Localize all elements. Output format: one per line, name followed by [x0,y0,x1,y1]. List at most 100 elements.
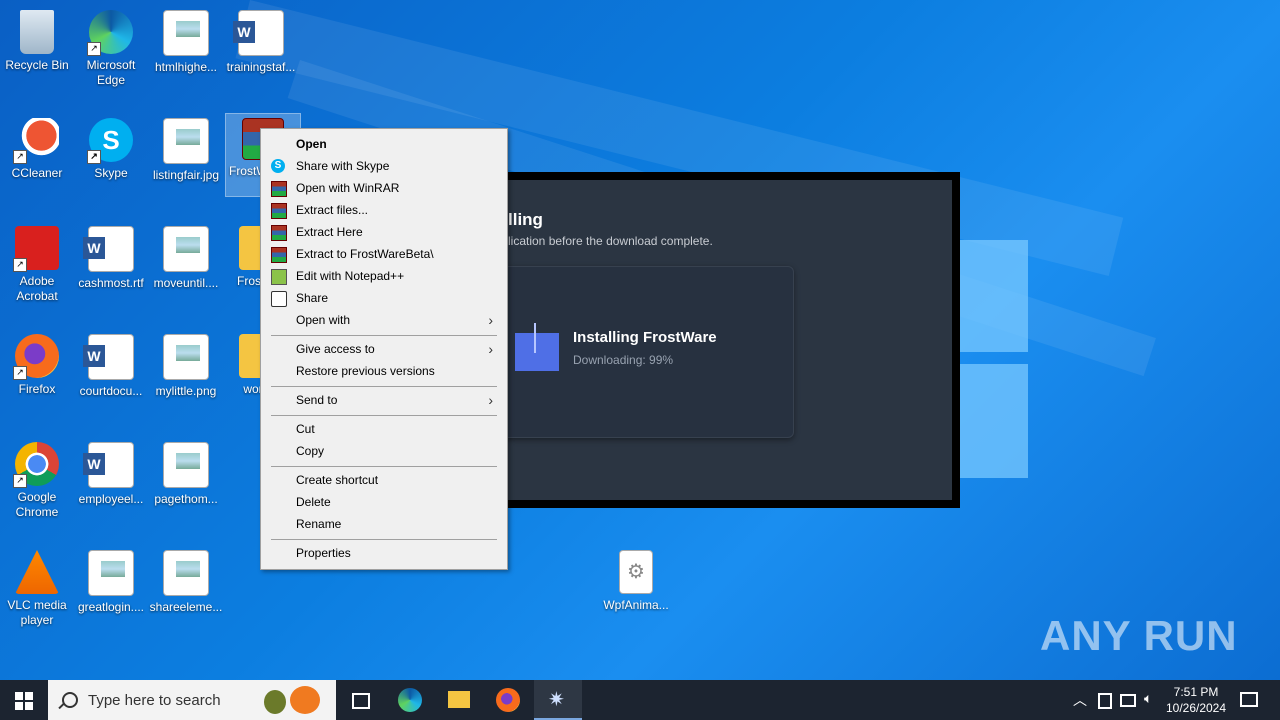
desktop-icon-courtdocu[interactable]: W courtdocu... [74,328,148,399]
chevron-right-icon: › [488,341,493,357]
menu-item-create-shortcut[interactable]: Create shortcut [263,469,503,491]
vlc-icon [15,550,59,594]
gourd-icon [264,690,286,714]
desktop-icon-greatlogin[interactable]: greatlogin.... [74,544,148,615]
download-icon [515,333,559,371]
download-arrow [534,323,536,353]
desktop-icon-vlc[interactable]: VLC media player [0,544,74,628]
desktop-icon-ccleaner[interactable]: ↗ CCleaner [0,112,74,181]
clock-time: 7:51 PM [1173,685,1219,699]
acrobat-icon: ↗ [13,226,59,272]
network-icon [1098,693,1112,709]
tray-chevron[interactable]: ︿ [1070,680,1088,720]
menu-item-rename[interactable]: Rename [263,513,503,535]
desktop-icon-recycle-bin[interactable]: Recycle Bin [0,4,74,73]
taskbar-file-explorer[interactable] [434,680,482,720]
firefox-icon: ↗ [13,334,59,380]
menu-item-share[interactable]: Share [263,287,503,309]
edge-icon [398,688,422,712]
winrar-icon [271,203,287,219]
menu-item-properties[interactable]: Properties [263,542,503,564]
tray-ethernet[interactable] [1118,680,1136,720]
menu-item-edit-notepad[interactable]: Edit with Notepad++ [263,265,503,287]
recycle-bin-icon [20,10,54,54]
task-view-button[interactable] [336,680,384,720]
menu-item-open-winrar[interactable]: Open with WinRAR [263,177,503,199]
taskbar-frostware[interactable]: ✷ [534,680,582,720]
installer-title: lling [508,210,543,229]
menu-separator [271,335,497,336]
desktop-icon-trainingstaf[interactable]: W trainingstaf... [224,4,298,75]
taskbar: Type here to search ✷ ︿ 🔈︎ 7:51 PM 10/26… [0,680,1280,720]
desktop-icon-wpfanima[interactable]: ⚙ WpfAnima... [599,544,673,613]
desktop-icon-listingfair[interactable]: listingfair.jpg [149,112,223,183]
menu-item-copy[interactable]: Copy [263,440,503,462]
menu-item-share-skype[interactable]: S Share with Skype [263,155,503,177]
skype-icon: S ↗ [87,118,133,164]
chevron-right-icon: › [488,392,493,408]
installer-content: lling lication before the download compl… [502,180,952,500]
context-menu: Open S Share with Skype Open with WinRAR … [260,128,508,570]
menu-item-give-access[interactable]: Give access to › [263,338,503,360]
desktop-icon-firefox[interactable]: ↗ Firefox [0,328,74,397]
word-document-icon: W [83,442,134,488]
firefox-icon [496,688,520,712]
installer-window[interactable]: lling lication before the download compl… [500,172,960,508]
desktop-icon-htmlhighe[interactable]: htmlhighe... [149,4,223,75]
menu-item-extract-files[interactable]: Extract files... [263,199,503,221]
menu-item-extract-to[interactable]: Extract to FrostWareBeta\ [263,243,503,265]
share-icon [271,291,287,307]
taskbar-firefox[interactable] [484,680,532,720]
menu-item-send-to[interactable]: Send to › [263,389,503,411]
ethernet-icon [1120,694,1136,707]
skype-icon: S [271,159,285,173]
menu-item-open-with[interactable]: Open with › [263,309,503,331]
image-file-icon [163,118,209,164]
desktop-icon-moveuntil[interactable]: moveuntil.... [149,220,223,291]
taskbar-search-box[interactable]: Type here to search [48,680,336,720]
desktop-icon-employeel[interactable]: W employeel... [74,436,148,507]
frostware-icon: ✷ [548,689,565,711]
menu-item-extract-here[interactable]: Extract Here [263,221,503,243]
start-button[interactable] [0,680,48,720]
tray-volume[interactable]: 🔈︎ [1142,680,1160,720]
volume-icon: 🔈︎ [1144,690,1153,706]
tray-network[interactable] [1094,680,1112,720]
chevron-right-icon: › [488,312,493,328]
desktop-icon-skype[interactable]: S ↗ Skype [74,112,148,181]
menu-item-open[interactable]: Open [263,133,503,155]
image-file-icon [163,550,209,596]
menu-item-cut[interactable]: Cut [263,418,503,440]
menu-separator [271,415,497,416]
desktop-icon-edge[interactable]: ↗ Microsoft Edge [74,4,148,88]
desktop-icon-mylittle[interactable]: mylittle.png [149,328,223,399]
word-document-icon: W [83,226,134,272]
image-file-icon [163,334,209,380]
desktop-icon-cashmost[interactable]: W cashmost.rtf [74,220,148,291]
word-document-icon: W [83,334,134,380]
desktop-icon-google-chrome[interactable]: ↗ Google Chrome [0,436,74,520]
task-view-icon [352,693,370,709]
winrar-icon [271,247,287,263]
menu-separator [271,386,497,387]
winrar-icon [271,181,287,197]
menu-item-delete[interactable]: Delete [263,491,503,513]
menu-separator [271,539,497,540]
menu-separator [271,466,497,467]
notification-icon [1240,692,1258,707]
desktop-icon-pagethom[interactable]: pagethom... [149,436,223,507]
image-file-icon [163,10,209,56]
folder-icon [448,691,470,708]
notepad-plus-plus-icon [271,269,287,285]
image-file-icon [163,442,209,488]
desktop-icon-adobe-acrobat[interactable]: ↗ Adobe Acrobat [0,220,74,304]
image-file-icon [88,550,134,596]
search-placeholder: Type here to search [88,692,221,709]
menu-item-restore-versions[interactable]: Restore previous versions [263,360,503,382]
taskbar-edge[interactable] [386,680,434,720]
desktop-icon-shareeleme[interactable]: shareeleme... [149,544,223,615]
notification-center-button[interactable] [1236,680,1260,720]
windows-wallpaper-logo [960,240,1030,480]
taskbar-clock[interactable]: 7:51 PM 10/26/2024 [1160,684,1232,716]
word-document-icon: W [233,10,284,56]
